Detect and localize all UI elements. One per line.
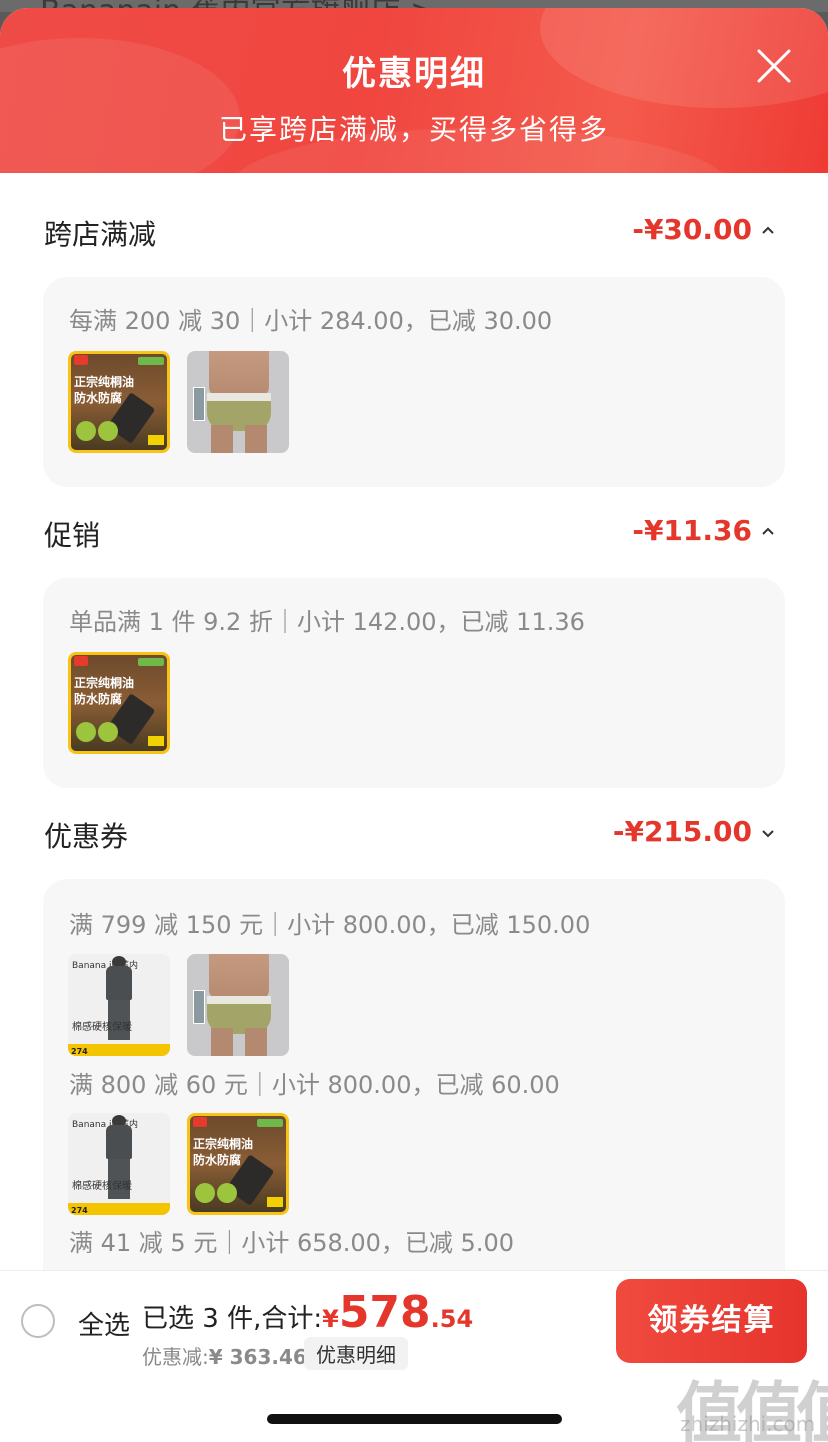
sheet-title: 优惠明细 [342, 54, 486, 94]
discount-summary: 优惠减:¥ 363.46 [142, 1341, 307, 1370]
close-icon[interactable] [756, 48, 792, 84]
rule-card: 单品满 1 件 9.2 折｜小计 142.00，已减 11.36 正宗纯桐油 防… [43, 578, 785, 788]
section-title: 优惠券 [44, 820, 129, 853]
chevron-up-icon[interactable] [760, 223, 776, 239]
section-header-coupon[interactable]: 优惠券 -¥215.00 [44, 815, 784, 855]
checkout-button[interactable]: 领券结算 [616, 1279, 807, 1363]
total-integer: 578 [338, 1287, 431, 1338]
discount-detail-sheet: 优惠明细 已享跨店满减，买得多省得多 跨店满减 -¥30.00 每满 200 减… [0, 8, 828, 1442]
rule-card: 每满 200 减 30｜小计 284.00，已减 30.00 正宗纯桐油 防水防… [43, 277, 785, 487]
home-indicator[interactable] [267, 1414, 562, 1424]
total-summary: 已选 3 件,合计:¥578.54 [142, 1287, 473, 1338]
sheet-header: 优惠明细 已享跨店满减，买得多省得多 [0, 8, 828, 173]
checkout-bar: 全选 已选 3 件,合计:¥578.54 优惠减:¥ 363.46 优惠明细 领… [0, 1270, 828, 1370]
product-thumb-oil[interactable]: 正宗纯桐油 防水防腐 [68, 351, 170, 453]
currency-symbol: ¥ [322, 1305, 339, 1333]
product-thumb-thermal[interactable]: Banana in 蕉内 棉感硬核保暖 274 [68, 954, 170, 1056]
product-thumb-underwear[interactable] [187, 954, 289, 1056]
discount-value: ¥ 363.46 [208, 1345, 307, 1369]
chevron-down-icon[interactable] [760, 825, 776, 841]
select-all-label[interactable]: 全选 [78, 1305, 130, 1342]
rule-text: 单品满 1 件 9.2 折｜小计 142.00，已减 11.36 [69, 608, 585, 636]
section-header-cross-store[interactable]: 跨店满减 -¥30.00 [44, 213, 784, 253]
section-title: 促销 [44, 519, 101, 552]
product-thumb-thermal[interactable]: Banana in 蕉内 棉感硬核保暖 274 [68, 1113, 170, 1215]
section-amount: -¥30.00 [632, 213, 752, 246]
rule-text: 满 41 减 5 元｜小计 658.00，已减 5.00 [69, 1229, 514, 1257]
section-amount: -¥215.00 [612, 815, 752, 848]
product-thumb-underwear[interactable] [187, 351, 289, 453]
product-thumb-oil[interactable]: 正宗纯桐油 防水防腐 [68, 652, 170, 754]
discount-detail-button[interactable]: 优惠明细 [304, 1337, 408, 1370]
discount-label: 优惠减: [142, 1345, 209, 1369]
section-title: 跨店满减 [44, 218, 157, 251]
rule-text: 满 800 减 60 元｜小计 800.00，已减 60.00 [69, 1071, 560, 1099]
section-header-promotion[interactable]: 促销 -¥11.36 [44, 514, 784, 554]
chevron-up-icon[interactable] [760, 524, 776, 540]
rule-text: 每满 200 减 30｜小计 284.00，已减 30.00 [69, 307, 553, 335]
sheet-content: 跨店满减 -¥30.00 每满 200 减 30｜小计 284.00，已减 30… [0, 173, 828, 1273]
rule-card: 满 799 减 150 元｜小计 800.00，已减 150.00 Banana… [43, 879, 785, 1273]
rule-text: 满 799 减 150 元｜小计 800.00，已减 150.00 [69, 911, 591, 939]
select-all-checkbox[interactable] [21, 1304, 55, 1338]
sheet-subtitle: 已享跨店满减，买得多省得多 [218, 113, 609, 146]
selected-summary: 已选 3 件,合计: [142, 1304, 323, 1334]
section-amount: -¥11.36 [632, 514, 752, 547]
total-decimal: .54 [430, 1305, 474, 1333]
watermark-text: zhizhizhi.com [680, 1412, 816, 1436]
product-thumb-oil[interactable]: 正宗纯桐油 防水防腐 [187, 1113, 289, 1215]
